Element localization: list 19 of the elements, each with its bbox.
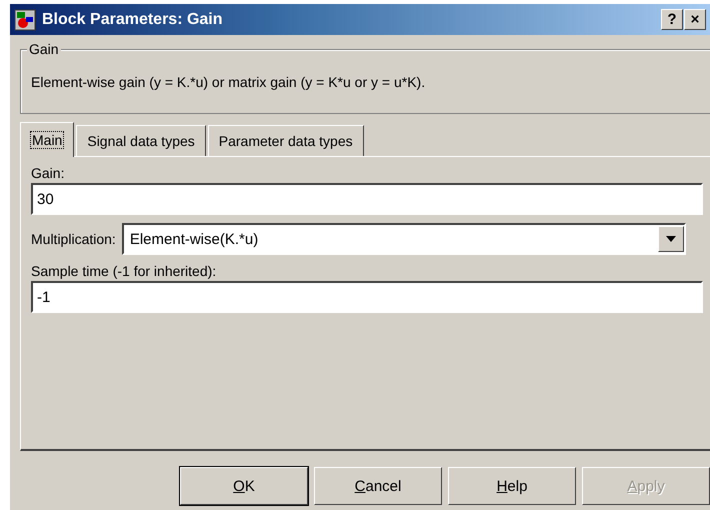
close-button[interactable]: × [684, 9, 706, 30]
field-label: Multiplication: [31, 231, 116, 247]
window-title: Block Parameters: Gain [42, 10, 224, 28]
caret-icon [666, 236, 676, 242]
group-title: Gain [27, 41, 61, 57]
field-label: Gain: [31, 165, 66, 181]
tab[interactable]: Parameter data types [208, 125, 364, 156]
dialog-button[interactable]: OK [180, 467, 308, 505]
dropdown[interactable]: Element-wise(K.*u) [122, 223, 686, 255]
input-field[interactable]: -1 [31, 281, 703, 313]
tab[interactable]: Signal data types [76, 125, 206, 156]
tab[interactable]: Main [20, 122, 74, 157]
app-icon [14, 8, 36, 30]
dialog-button[interactable]: Cancel [314, 467, 442, 505]
help-button[interactable]: ? [661, 9, 683, 30]
dialog-button[interactable]: Help [448, 467, 576, 505]
field-label: Sample time (-1 for inherited): [31, 263, 218, 279]
input-field[interactable]: 30 [31, 183, 703, 215]
description: Element-wise gain (y = K.*u) or matrix gain (y = K*u or y = u*K). [31, 74, 426, 90]
